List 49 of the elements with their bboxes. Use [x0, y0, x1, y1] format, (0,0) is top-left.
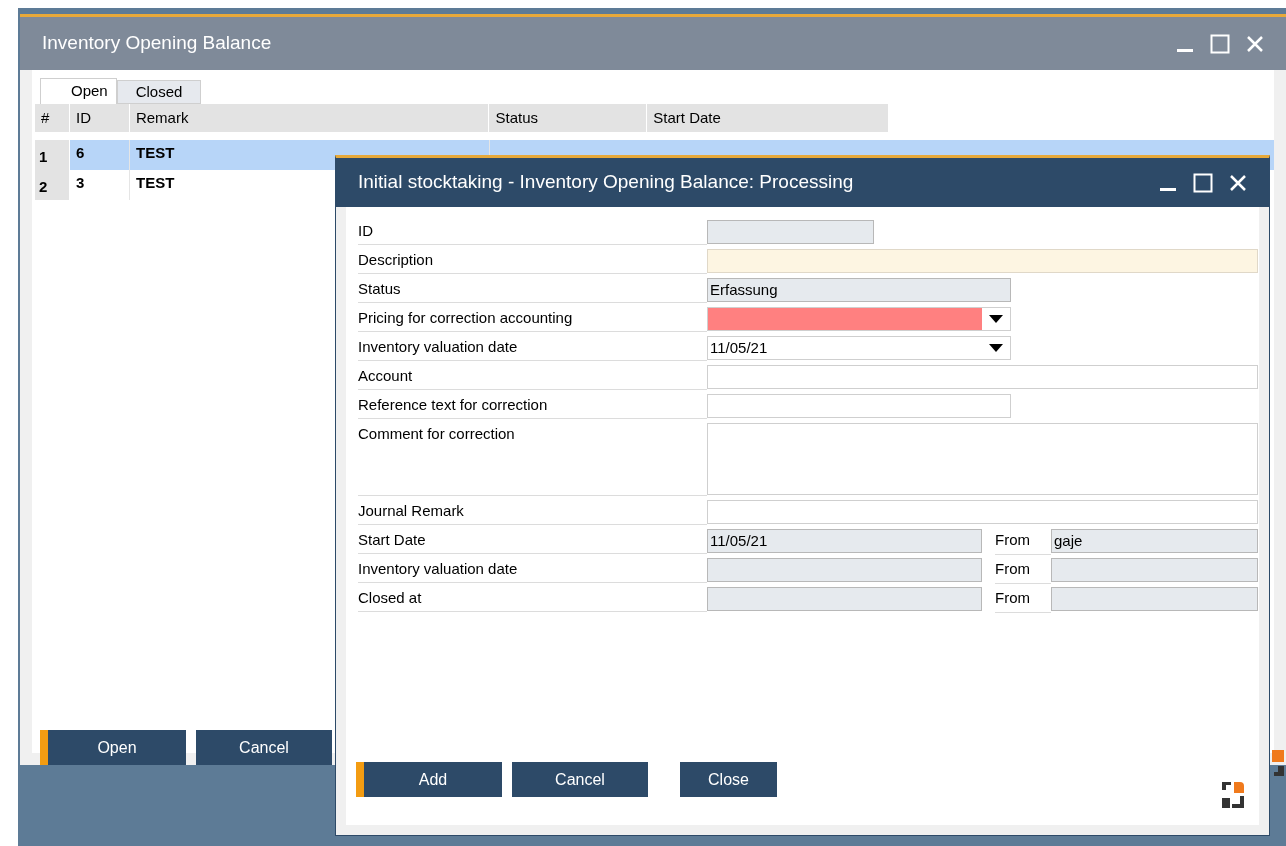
- tab[interactable]: Open: [40, 78, 117, 104]
- column-header: Status: [495, 107, 538, 128]
- column-header: ID: [75, 107, 91, 128]
- field-value: 11/05/21: [710, 339, 768, 356]
- input-field[interactable]: [707, 220, 874, 244]
- field-label: Closed at: [358, 584, 707, 612]
- button[interactable]: Cancel: [196, 730, 332, 765]
- dropdown-arrow-icon: [989, 315, 1003, 323]
- field-label: Journal Remark: [358, 497, 707, 525]
- input-field[interactable]: [1051, 558, 1258, 582]
- field-label: Description: [358, 246, 707, 274]
- button[interactable]: Add: [356, 762, 502, 797]
- field-label: Reference text for correction: [358, 391, 707, 419]
- field-label: Status: [358, 275, 707, 303]
- input-field[interactable]: [707, 558, 982, 582]
- field-label: ID: [358, 217, 707, 245]
- field-label: Account: [358, 362, 707, 390]
- close-icon[interactable]: [1229, 173, 1247, 192]
- button[interactable]: Cancel: [512, 762, 648, 797]
- text-area[interactable]: [707, 423, 1258, 495]
- dropdown-field[interactable]: 11/05/21: [707, 336, 1011, 360]
- column-header: #: [41, 107, 50, 128]
- input-field[interactable]: Erfassung: [707, 278, 1011, 302]
- table-cell: 3: [70, 170, 130, 200]
- column-header: Start Date: [653, 107, 721, 128]
- row-number: 2: [35, 170, 70, 200]
- input-field[interactable]: gaje: [1051, 529, 1258, 553]
- button[interactable]: Open: [40, 730, 186, 765]
- field-label: Start Date: [358, 526, 707, 554]
- input-field[interactable]: [707, 394, 1011, 418]
- field-label: Inventory valuation date: [358, 555, 707, 583]
- logo-icon: [1222, 782, 1244, 808]
- field-label: Pricing for correction accounting: [358, 304, 707, 332]
- dropdown-arrow-icon: [989, 344, 1003, 352]
- input-field[interactable]: [707, 365, 1258, 389]
- maximize-icon[interactable]: [1193, 172, 1213, 193]
- input-field[interactable]: [1051, 587, 1258, 611]
- button[interactable]: Close: [680, 762, 777, 797]
- column-header: Remark: [135, 107, 189, 128]
- logo-icon: [1272, 750, 1284, 776]
- tab[interactable]: Closed: [116, 80, 202, 104]
- dropdown-field[interactable]: [707, 307, 1011, 331]
- window-title: Inventory Opening Balance: [42, 31, 272, 56]
- row-number: 1: [35, 140, 70, 170]
- input-field[interactable]: [707, 587, 982, 611]
- input-field[interactable]: [707, 500, 1258, 524]
- input-field[interactable]: [707, 249, 1258, 273]
- field-label: Inventory valuation date: [358, 333, 707, 361]
- input-field[interactable]: 11/05/21: [707, 529, 982, 553]
